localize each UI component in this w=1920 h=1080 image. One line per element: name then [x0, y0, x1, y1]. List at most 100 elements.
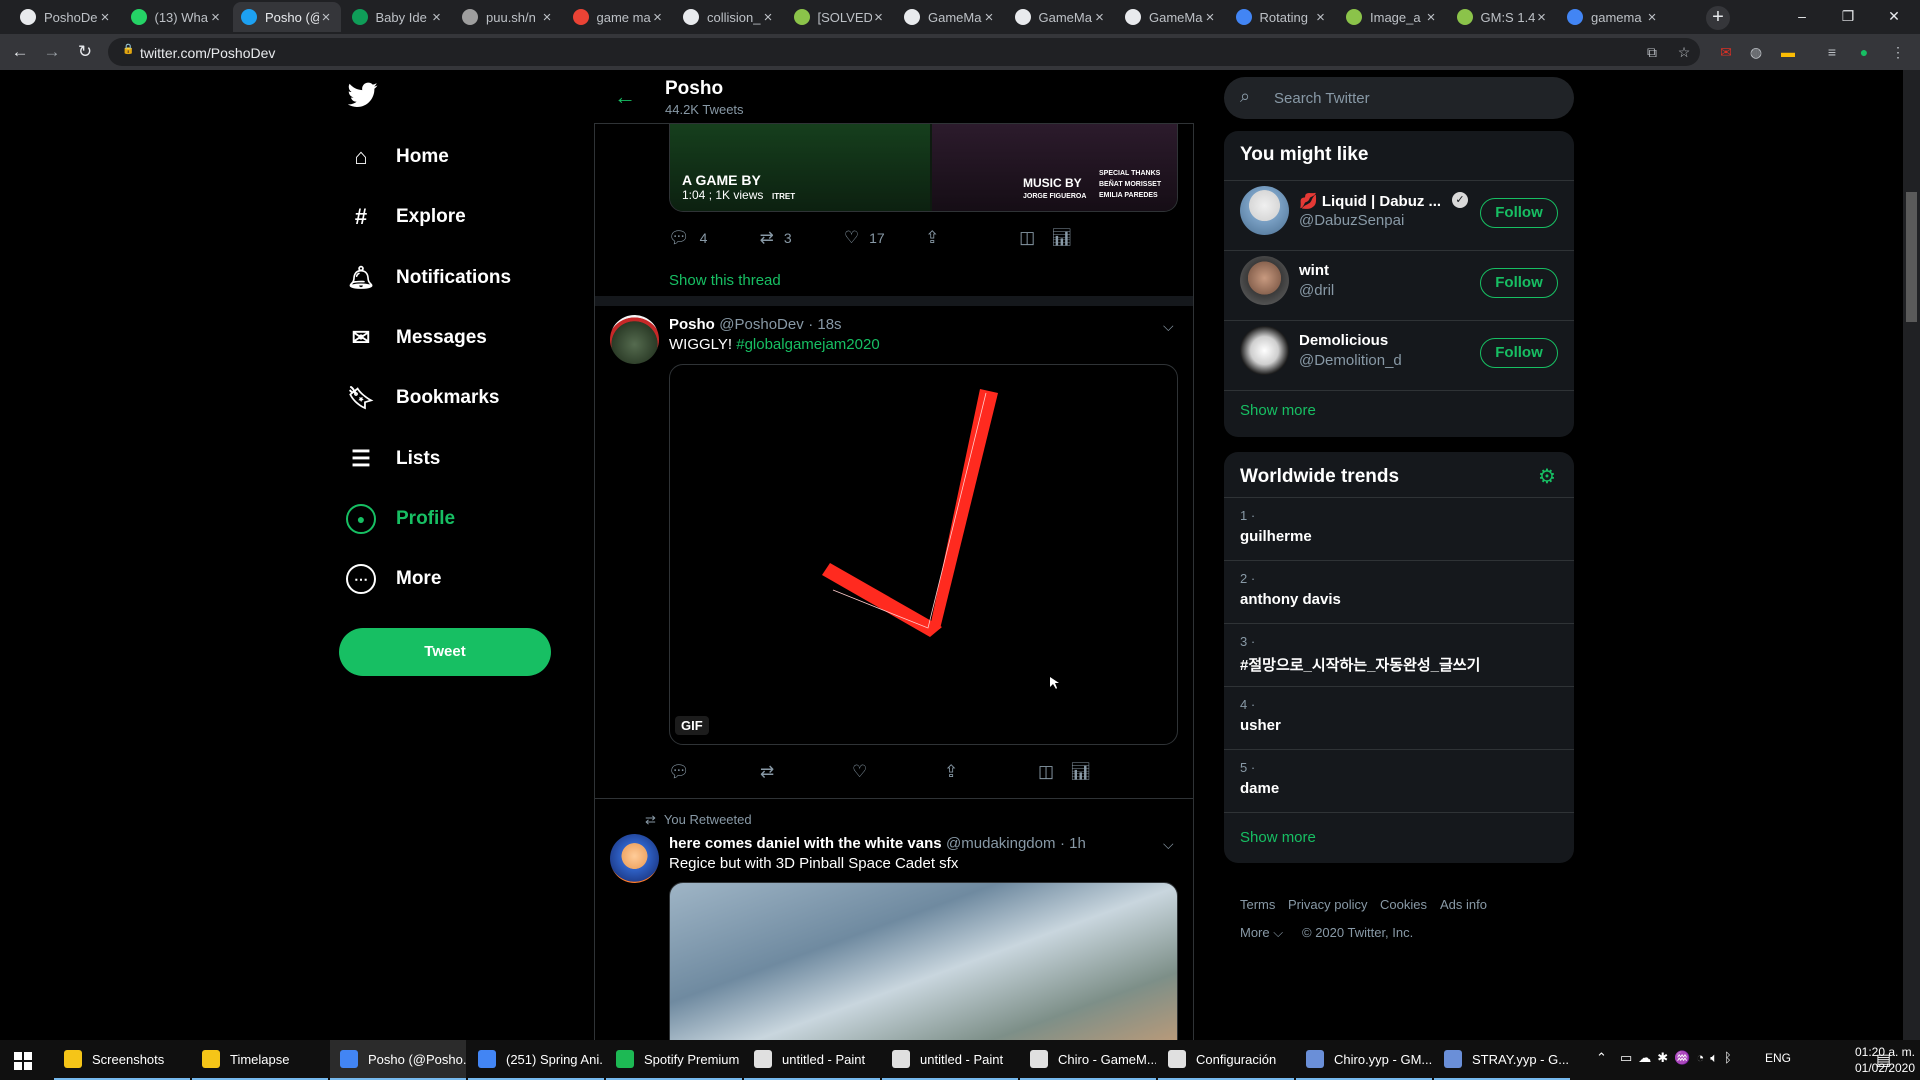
- footer-link[interactable]: Terms: [1240, 897, 1275, 912]
- media-control-icon[interactable]: ≡: [1822, 42, 1842, 62]
- retweet-icon[interactable]: ⇄: [760, 228, 774, 248]
- taskbar-item[interactable]: Configuración: [1158, 1040, 1294, 1080]
- suggestion-name[interactable]: 💋 Liquid | Dabuz ...: [1299, 192, 1441, 210]
- suggestion-name[interactable]: Demolicious: [1299, 332, 1388, 349]
- new-tab-button[interactable]: +: [1706, 6, 1730, 30]
- taskbar-item[interactable]: untitled - Paint: [744, 1040, 880, 1080]
- tab-close-icon[interactable]: ×: [1645, 9, 1659, 26]
- browser-tab[interactable]: GM:S 1.4 ×: [1449, 2, 1557, 32]
- tray-icons[interactable]: ▭☁✱♒◔🔈︎ᛒ: [1620, 1050, 1738, 1066]
- tab-close-icon[interactable]: ×: [1314, 9, 1328, 26]
- tweet-gif-media[interactable]: [669, 364, 1178, 745]
- suggestion-handle[interactable]: @Demolition_d: [1299, 352, 1402, 369]
- retweet-author-name[interactable]: here comes daniel with the white vans: [669, 835, 942, 852]
- reply-icon[interactable]: 💬︎: [668, 762, 760, 782]
- share-icon[interactable]: ⇪: [925, 228, 1019, 248]
- taskbar-item[interactable]: Spotify Premium: [606, 1040, 742, 1080]
- follow-button[interactable]: Follow: [1480, 268, 1558, 298]
- tab-close-icon[interactable]: ×: [209, 9, 223, 26]
- menu-icon[interactable]: ⋮: [1888, 42, 1908, 62]
- follow-button[interactable]: Follow: [1480, 198, 1558, 228]
- tab-close-icon[interactable]: ×: [761, 9, 775, 26]
- browser-tab[interactable]: PoshoDe ×: [12, 2, 120, 32]
- tab-close-icon[interactable]: ×: [651, 9, 665, 26]
- hashtag-link[interactable]: #globalgamejam2020: [736, 336, 879, 353]
- tab-close-icon[interactable]: ×: [1535, 9, 1549, 26]
- footer-link[interactable]: Cookies: [1380, 897, 1427, 912]
- tab-close-icon[interactable]: ×: [430, 9, 444, 26]
- browser-tab[interactable]: game ma ×: [565, 2, 673, 32]
- show-thread-link[interactable]: Show this thread: [669, 272, 781, 289]
- nav-item-bookmarks[interactable]: 🔖︎ Bookmarks: [346, 374, 499, 422]
- tweet-avatar[interactable]: [610, 315, 659, 364]
- tab-close-icon[interactable]: ×: [1093, 9, 1107, 26]
- pocket-icon[interactable]: ◍: [1746, 42, 1766, 62]
- search-placeholder[interactable]: Search Twitter: [1274, 90, 1370, 107]
- like-icon[interactable]: ♡: [844, 228, 859, 248]
- nav-item-messages[interactable]: ✉ Messages: [346, 314, 487, 362]
- retweet-time[interactable]: · 1h: [1060, 835, 1086, 852]
- retweet-video-media[interactable]: [669, 882, 1178, 1042]
- browser-tab[interactable]: GameMa ×: [896, 2, 1004, 32]
- language-indicator[interactable]: ENG: [1765, 1051, 1791, 1065]
- nav-item-explore[interactable]: # Explore: [346, 193, 466, 241]
- save-icon[interactable]: ◫: [1019, 228, 1051, 248]
- suggestion-name[interactable]: wint: [1299, 262, 1329, 279]
- reply-icon[interactable]: 💬︎: [668, 228, 690, 248]
- suggestion-avatar[interactable]: [1240, 186, 1289, 235]
- save-icon[interactable]: ◫: [1038, 762, 1070, 782]
- trend-item[interactable]: 4 · usher: [1224, 686, 1574, 749]
- taskbar-item[interactable]: untitled - Paint: [882, 1040, 1018, 1080]
- tweet-author-handle[interactable]: @PoshoDev: [719, 316, 803, 333]
- suggestion-handle[interactable]: @dril: [1299, 282, 1334, 299]
- nav-item-more[interactable]: ⋯ More: [346, 555, 441, 603]
- scrollbar-thumb[interactable]: [1906, 192, 1917, 322]
- browser-tab[interactable]: Posho (@ ×: [233, 2, 341, 32]
- suggestion-handle[interactable]: @DabuzSenpai: [1299, 212, 1404, 229]
- show-more-trends-link[interactable]: Show more: [1240, 829, 1316, 846]
- tweet-time[interactable]: · 18s: [808, 316, 841, 333]
- trend-item[interactable]: 5 · dame: [1224, 749, 1574, 812]
- back-icon[interactable]: ←: [8, 40, 32, 64]
- browser-tab[interactable]: collision_ ×: [675, 2, 783, 32]
- suggestion-avatar[interactable]: [1240, 326, 1289, 375]
- url-text[interactable]: twitter.com/PoshoDev: [140, 45, 275, 61]
- tab-close-icon[interactable]: ×: [319, 9, 333, 26]
- star-icon[interactable]: ☆: [1674, 42, 1694, 62]
- tab-close-icon[interactable]: ×: [1424, 9, 1438, 26]
- nav-item-lists[interactable]: ☰ Lists: [346, 435, 440, 483]
- taskbar-item[interactable]: (251) Spring Ani...: [468, 1040, 604, 1080]
- trend-item[interactable]: 1 · guilherme: [1224, 497, 1574, 560]
- tweet-menu-chevron-icon[interactable]: ⌵: [1163, 318, 1174, 335]
- tab-close-icon[interactable]: ×: [982, 9, 996, 26]
- share-icon[interactable]: ⇪: [944, 762, 1038, 782]
- browser-tab[interactable]: GameMa ×: [1007, 2, 1115, 32]
- profile-avatar-icon[interactable]: ●: [1854, 42, 1874, 62]
- close-window-button[interactable]: ✕: [1872, 2, 1916, 30]
- windows-start-icon[interactable]: [14, 1052, 32, 1070]
- browser-tab[interactable]: Baby Ide ×: [344, 2, 452, 32]
- footer-link[interactable]: Privacy policy: [1288, 897, 1367, 912]
- previous-tweet-media[interactable]: A GAME BY 1:04 ; 1K views ITRET MUSIC BY…: [669, 124, 1178, 212]
- retweet-avatar[interactable]: [610, 834, 659, 883]
- tab-close-icon[interactable]: ×: [98, 9, 112, 26]
- trend-item[interactable]: 3 · #절망으로_시작하는_자동완성_글쓰기: [1224, 623, 1574, 686]
- forward-icon[interactable]: →: [40, 40, 64, 64]
- settings-gear-icon[interactable]: ⚙: [1538, 464, 1556, 489]
- tab-close-icon[interactable]: ×: [872, 9, 886, 26]
- taskbar-item[interactable]: Posho (@Posho...: [330, 1040, 466, 1080]
- analytics-icon[interactable]: 📊︎: [1070, 762, 1092, 782]
- minimize-button[interactable]: –: [1780, 2, 1824, 30]
- browser-tab[interactable]: puu.sh/n ×: [454, 2, 562, 32]
- footer-link[interactable]: Ads info: [1440, 897, 1487, 912]
- address-bar[interactable]: [108, 38, 1700, 66]
- open-external-icon[interactable]: ⧉: [1642, 42, 1662, 62]
- mail-extension-icon[interactable]: ✉: [1716, 42, 1736, 62]
- retweet-menu-chevron-icon[interactable]: ⌵: [1163, 836, 1174, 853]
- back-arrow-icon[interactable]: ←: [614, 84, 636, 110]
- tab-close-icon[interactable]: ×: [1203, 9, 1217, 26]
- tweet-author-name[interactable]: Posho: [669, 316, 715, 333]
- nav-item-home[interactable]: ⌂ Home: [346, 133, 448, 181]
- retweet-icon[interactable]: ⇄: [760, 762, 852, 782]
- analytics-icon[interactable]: 📊︎: [1051, 228, 1073, 248]
